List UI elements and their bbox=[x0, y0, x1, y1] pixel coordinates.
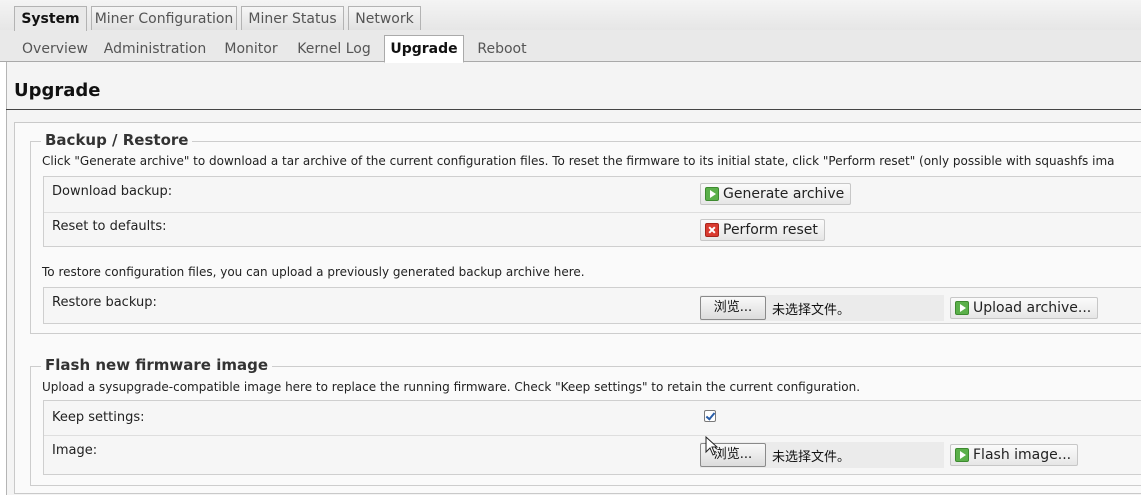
upload-archive-button[interactable]: Upload archive... bbox=[950, 297, 1099, 319]
restore-file-status: 未选择文件。 bbox=[772, 303, 851, 318]
flash-image-label: Flash image... bbox=[973, 447, 1072, 463]
restore-options: Restore backup: 浏览... 未选择文件。 Upload arch… bbox=[43, 287, 1141, 324]
keep-settings-label: Keep settings: bbox=[52, 410, 145, 425]
subtab-overview[interactable]: Overview bbox=[20, 38, 90, 62]
reset-defaults-label: Reset to defaults: bbox=[52, 219, 167, 234]
flash-firmware-legend: Flash new firmware image bbox=[41, 356, 272, 374]
restore-browse-button[interactable]: 浏览... bbox=[700, 296, 766, 320]
tab-system[interactable]: System bbox=[14, 6, 87, 31]
flash-image-button[interactable]: Flash image... bbox=[950, 444, 1079, 466]
generate-archive-button[interactable]: Generate archive bbox=[700, 183, 852, 205]
perform-reset-button[interactable]: Perform reset bbox=[700, 219, 825, 241]
keep-settings-checkbox[interactable] bbox=[704, 410, 716, 422]
image-label: Image: bbox=[52, 443, 98, 458]
download-backup-label: Download backup: bbox=[52, 184, 173, 199]
reset-defaults-row: Reset to defaults: Perform reset bbox=[44, 212, 1141, 246]
image-file-status: 未选择文件。 bbox=[772, 450, 851, 465]
download-backup-row: Download backup: Generate archive bbox=[44, 177, 1141, 211]
backup-restore-section: Backup / Restore Click "Generate archive… bbox=[30, 131, 1141, 334]
perform-reset-label: Perform reset bbox=[723, 222, 818, 238]
restore-backup-row: Restore backup: 浏览... 未选择文件。 Upload arch… bbox=[44, 288, 1141, 322]
image-row: Image: 浏览... 未选择文件。 Flash image... bbox=[44, 435, 1141, 475]
restore-file-input[interactable]: 浏览... 未选择文件。 bbox=[700, 295, 944, 321]
title-divider bbox=[6, 109, 1141, 110]
generate-archive-label: Generate archive bbox=[723, 186, 845, 202]
subtab-administration[interactable]: Administration bbox=[100, 38, 210, 62]
subtab-reboot[interactable]: Reboot bbox=[472, 38, 532, 62]
top-nav: System Miner Configuration Miner Status … bbox=[0, 0, 1141, 31]
flash-firmware-description: Upload a sysupgrade-compatible image her… bbox=[42, 380, 861, 394]
backup-restore-description: Click "Generate archive" to download a t… bbox=[42, 154, 1115, 168]
restore-backup-label: Restore backup: bbox=[52, 295, 157, 310]
backup-restore-legend: Backup / Restore bbox=[41, 131, 193, 149]
sub-nav: Overview Administration Monitor Kernel L… bbox=[0, 30, 1141, 63]
play-icon bbox=[705, 187, 719, 201]
image-file-input[interactable]: 浏览... 未选择文件。 bbox=[700, 442, 944, 468]
tab-miner-configuration[interactable]: Miner Configuration bbox=[91, 6, 237, 31]
subtab-upgrade[interactable]: Upgrade bbox=[384, 35, 464, 63]
keep-settings-row: Keep settings: bbox=[44, 401, 1141, 435]
subtab-kernel-log[interactable]: Kernel Log bbox=[292, 38, 376, 62]
tab-miner-status[interactable]: Miner Status bbox=[241, 6, 344, 31]
backup-options: Download backup: Generate archive Reset … bbox=[43, 176, 1141, 247]
tab-network[interactable]: Network bbox=[348, 6, 421, 31]
reset-icon bbox=[705, 223, 719, 237]
flash-options: Keep settings: Image: 浏览... 未选择文件。 Flash… bbox=[43, 400, 1141, 475]
flash-firmware-section: Flash new firmware image Upload a sysupg… bbox=[30, 356, 1141, 486]
subtab-monitor[interactable]: Monitor bbox=[220, 38, 282, 62]
play-icon bbox=[955, 301, 969, 315]
page-title: Upgrade bbox=[14, 80, 101, 101]
play-icon bbox=[955, 448, 969, 462]
restore-description: To restore configuration files, you can … bbox=[42, 265, 585, 279]
upload-archive-label: Upload archive... bbox=[973, 300, 1092, 316]
